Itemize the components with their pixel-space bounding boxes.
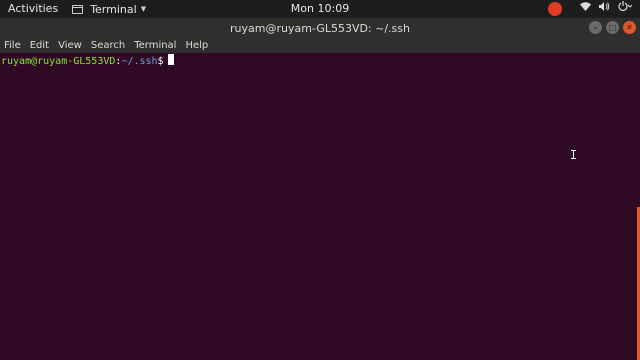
clock[interactable]: Mon 10:09 (291, 0, 349, 18)
mouse-ibeam-cursor (571, 150, 578, 159)
window-title: ruyam@ruyam-GL553VD: ~/.ssh (230, 21, 410, 35)
app-menu[interactable]: Terminal ▼ (72, 3, 146, 16)
prompt-path: ~/.ssh (121, 56, 158, 67)
menu-bar: File Edit View Search Terminal Help (0, 38, 640, 53)
volume-icon[interactable] (599, 0, 610, 18)
minimize-button[interactable]: – (589, 21, 602, 34)
window-title-bar[interactable]: ruyam@ruyam-GL553VD: ~/.ssh – □ ✕ (0, 18, 640, 38)
prompt-line: ruyam@ruyam-GL553VD:~/.ssh$ (1, 54, 174, 68)
close-button[interactable]: ✕ (623, 21, 636, 34)
activities-button[interactable]: Activities (0, 0, 66, 18)
app-menu-label: Terminal (90, 2, 137, 16)
power-icon[interactable] (618, 0, 634, 18)
menu-edit[interactable]: Edit (30, 38, 49, 53)
maximize-button[interactable]: □ (606, 21, 619, 34)
prompt-user: ruyam@ruyam-GL553VD (1, 56, 116, 67)
menu-search[interactable]: Search (91, 38, 125, 53)
system-tray[interactable] (548, 0, 634, 18)
text-cursor (167, 54, 174, 65)
menu-help[interactable]: Help (185, 38, 208, 53)
menu-file[interactable]: File (4, 38, 21, 53)
terminal-area[interactable]: ruyam@ruyam-GL553VD:~/.ssh$ (0, 53, 640, 360)
terminal-app-icon (72, 4, 84, 14)
menu-view[interactable]: View (58, 38, 82, 53)
gnome-top-bar: Activities Terminal ▼ Mon 10:09 (0, 0, 640, 18)
window-controls: – □ ✕ (589, 21, 636, 34)
record-icon[interactable] (548, 2, 562, 16)
wifi-icon[interactable] (580, 0, 591, 18)
menu-terminal[interactable]: Terminal (134, 38, 176, 53)
chevron-down-icon: ▼ (140, 5, 147, 13)
prompt-symbol: $ (157, 56, 164, 67)
